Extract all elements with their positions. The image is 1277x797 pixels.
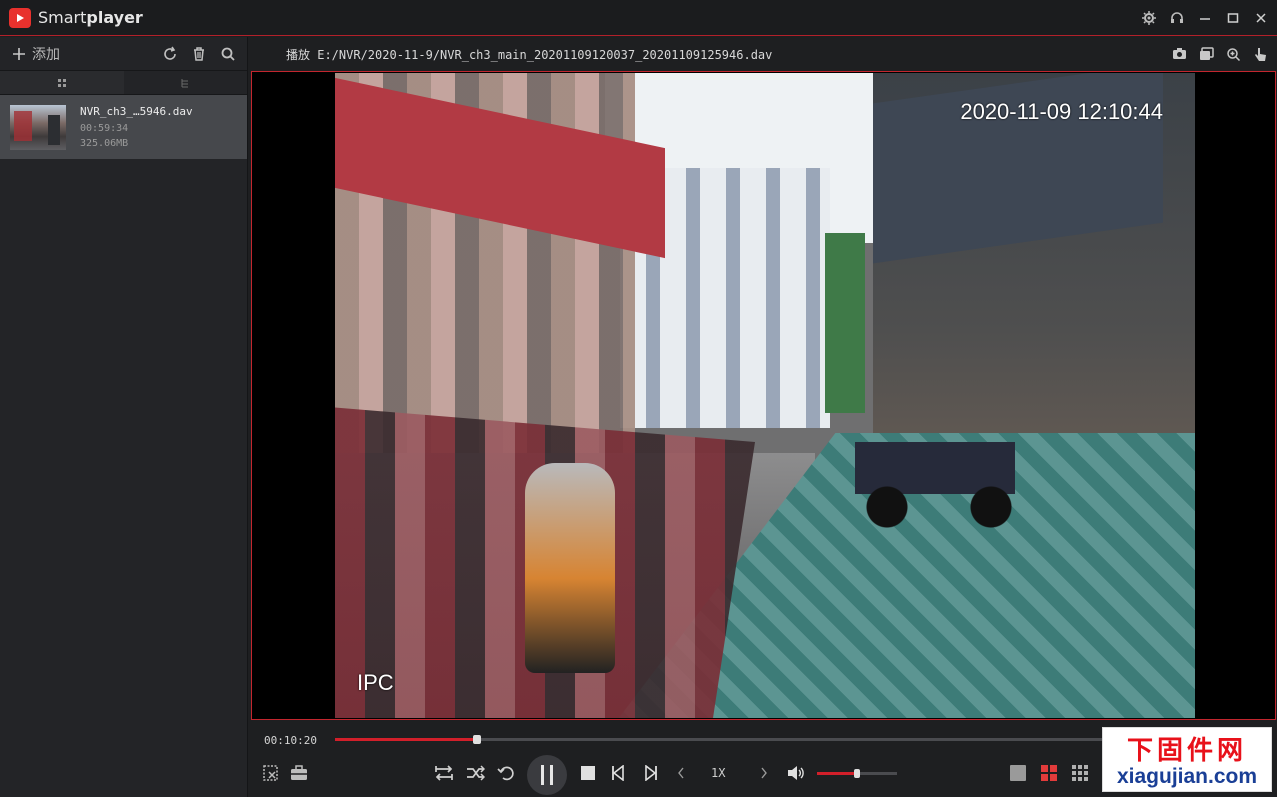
tab-tree-view[interactable] <box>124 71 248 94</box>
current-time: 00:10:20 <box>264 734 317 747</box>
prev-frame-button[interactable] <box>607 759 631 787</box>
pause-button[interactable] <box>527 755 567 795</box>
volume-slider[interactable] <box>817 769 897 778</box>
sync-play-icon[interactable] <box>432 759 456 787</box>
view-mode-tabs <box>0 71 247 95</box>
playing-file-path: 播放 E:/NVR/2020-11-9/NVR_ch3_main_2020110… <box>286 47 773 62</box>
plus-icon <box>13 47 25 60</box>
refresh-icon[interactable] <box>161 45 179 63</box>
pause-icon <box>541 765 553 785</box>
playback-speed: 1X <box>711 766 726 780</box>
file-size: 325.06MB <box>80 138 129 149</box>
next-frame-button[interactable] <box>638 759 662 787</box>
search-icon[interactable] <box>219 45 237 63</box>
volume-speaker-icon[interactable] <box>784 759 808 787</box>
close-button[interactable] <box>1251 8 1271 28</box>
video-window[interactable]: 2020-11-09 12:10:44 IPC <box>251 71 1276 720</box>
minimize-button[interactable] <box>1195 8 1215 28</box>
slower-chevron-left-icon[interactable] <box>669 759 693 787</box>
zoom-in-icon[interactable] <box>1224 45 1242 63</box>
loop-icon[interactable] <box>463 759 487 787</box>
grid-dots-icon <box>57 78 66 87</box>
osd-timestamp: 2020-11-09 12:10:44 <box>960 99 1163 124</box>
seek-handle[interactable] <box>473 735 482 744</box>
video-frame-image: 2020-11-09 12:10:44 IPC <box>335 73 1195 718</box>
record-clip-icon[interactable] <box>1197 45 1215 63</box>
stop-button[interactable] <box>576 759 600 787</box>
clip-edit-icon[interactable] <box>259 759 283 787</box>
pointer-hand-icon[interactable] <box>1251 45 1269 63</box>
app-brand: Smartplayer <box>38 8 143 27</box>
volume-fill <box>817 772 857 775</box>
file-duration: 00:59:34 <box>80 123 129 134</box>
trash-icon[interactable] <box>190 45 208 63</box>
list-item-file[interactable]: NVR_ch3_…5946.dav 00:59:34 325.06MB <box>0 95 247 159</box>
faster-chevron-right-icon[interactable] <box>752 759 776 787</box>
sidebar-toolbar: 添加 <box>0 37 247 71</box>
player-header: 播放 E:/NVR/2020-11-9/NVR_ch3_main_2020110… <box>249 37 1277 71</box>
app-logo-icon <box>9 7 31 28</box>
seek-bar-fill <box>335 738 478 741</box>
maximize-button[interactable] <box>1223 8 1243 28</box>
volume-handle[interactable] <box>854 769 860 778</box>
stop-icon <box>581 766 595 780</box>
watermark-cn: 下固件网 <box>1126 736 1247 766</box>
title-bar: Smartplayer <box>0 0 1277 36</box>
settings-gear-icon[interactable] <box>1139 8 1159 28</box>
add-file-label: 添加 <box>32 45 60 62</box>
rewind-back-icon[interactable] <box>494 759 518 787</box>
snapshot-camera-icon[interactable] <box>1170 45 1188 63</box>
layout-nine-icon[interactable] <box>1068 759 1092 787</box>
file-thumbnail <box>10 104 66 150</box>
file-sidebar: 添加 NVR_ch3_…5946.dav 00:59:34 325.06MB <box>0 37 248 797</box>
layout-single-icon[interactable] <box>1006 759 1030 787</box>
tab-grid-view[interactable] <box>0 71 124 94</box>
add-file-button[interactable]: 添加 <box>12 44 60 64</box>
osd-channel-label: IPC <box>357 670 394 695</box>
seek-bar[interactable] <box>335 735 1135 744</box>
headset-support-icon[interactable] <box>1167 8 1187 28</box>
prev-frame-icon <box>612 765 624 781</box>
layout-four-icon[interactable] <box>1037 759 1061 787</box>
file-name: NVR_ch3_…5946.dav <box>80 105 193 118</box>
watermark-en: xiagujian.com <box>1116 765 1258 788</box>
site-watermark: 下固件网 xiagujian.com <box>1102 727 1272 792</box>
toolbox-icon[interactable] <box>287 759 311 787</box>
next-frame-icon <box>645 765 657 781</box>
tree-list-icon <box>181 78 189 87</box>
